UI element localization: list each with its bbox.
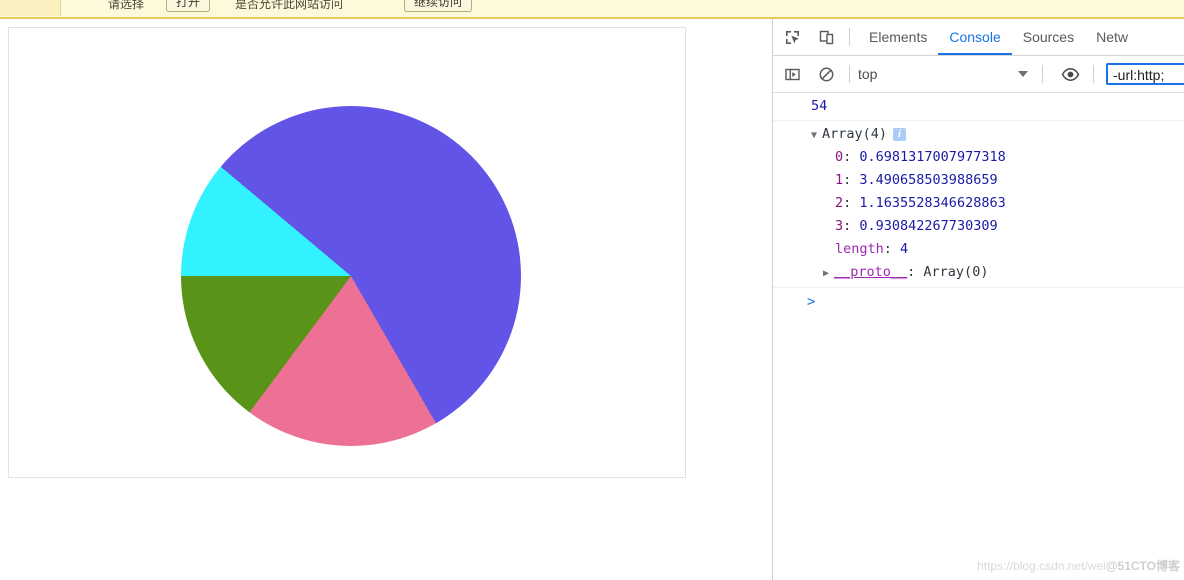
array-length-row: length: 4 bbox=[835, 241, 909, 257]
clear-console-icon[interactable] bbox=[811, 59, 841, 89]
toolbar-divider-2 bbox=[1042, 65, 1043, 83]
infobar-button-continue[interactable]: 继续访问 bbox=[404, 0, 473, 12]
console-message-array[interactable]: ▼ Array(4) i bbox=[773, 121, 1184, 146]
pie-chart bbox=[181, 106, 521, 446]
console-number-value: 54 bbox=[811, 98, 828, 114]
execution-context-select[interactable]: top bbox=[858, 66, 1034, 82]
tab-sources[interactable]: Sources bbox=[1012, 20, 1085, 55]
console-toolbar: top -url:http; bbox=[773, 56, 1184, 93]
array-header-label: Array(4) bbox=[822, 126, 888, 142]
devtools-tabbar: Elements Console Sources Netw bbox=[773, 19, 1184, 56]
array-proto-key: __proto__ bbox=[834, 264, 908, 280]
infobar-mid-text: 是否允许此网站访问 bbox=[235, 0, 344, 11]
array-entry-0[interactable]: 0: 0.6981317007977318 bbox=[773, 146, 1184, 169]
chevron-down-icon bbox=[1018, 71, 1028, 77]
array-entry-1[interactable]: 1: 3.490658503988659 bbox=[773, 169, 1184, 192]
array-entry-index: 3 bbox=[835, 218, 844, 234]
array-entry-index: 0 bbox=[835, 149, 844, 165]
console-prompt[interactable]: > bbox=[773, 288, 1184, 316]
array-entry-value: 3.490658503988659 bbox=[859, 172, 998, 188]
array-entry-3[interactable]: 3: 0.930842267730309 bbox=[773, 215, 1184, 238]
array-entry-value: 0.6981317007977318 bbox=[859, 149, 1006, 165]
array-entry-value: 1.1635528346628863 bbox=[859, 195, 1006, 211]
toolbar-divider-3 bbox=[1093, 65, 1094, 83]
array-info-icon[interactable]: i bbox=[893, 128, 907, 141]
execution-context-value: top bbox=[858, 66, 878, 82]
expand-triangle-down-icon[interactable]: ▼ bbox=[811, 125, 822, 146]
console-filter-input[interactable]: -url:http; bbox=[1106, 63, 1184, 85]
browser-infobar: 请选择 打开 是否允许此网站访问 继续访问 bbox=[0, 0, 1184, 19]
watermark-url: https://blog.csdn.net/wei bbox=[977, 559, 1106, 573]
watermark-brand: @51CTO博客 bbox=[1105, 559, 1180, 573]
devtools-panel: Elements Console Sources Netw top -url:h… bbox=[772, 19, 1184, 580]
array-proto-row[interactable]: ▶ __proto__: Array(0) bbox=[773, 261, 1184, 288]
live-expression-eye-icon[interactable] bbox=[1055, 59, 1085, 89]
tab-console[interactable]: Console bbox=[938, 20, 1011, 55]
infobar-left-text: 请选择 bbox=[108, 0, 145, 11]
array-proto-value: Array(0) bbox=[923, 264, 989, 280]
infobar-logo-cell bbox=[0, 0, 61, 16]
tab-network[interactable]: Netw bbox=[1085, 20, 1139, 55]
tab-elements[interactable]: Elements bbox=[858, 20, 938, 55]
device-toolbar-icon[interactable] bbox=[811, 22, 841, 52]
array-entry-value: 0.930842267730309 bbox=[859, 218, 998, 234]
expand-triangle-right-icon[interactable]: ▶ bbox=[823, 263, 834, 284]
infobar-button-open[interactable]: 打开 bbox=[166, 0, 211, 12]
tabbar-divider bbox=[849, 28, 850, 46]
array-length-value: 4 bbox=[900, 241, 909, 257]
page-viewport bbox=[0, 21, 772, 580]
console-sidebar-icon[interactable] bbox=[777, 59, 807, 89]
console-message-list: 54 ▼ Array(4) i 0: 0.6981317007977318 1: 3… bbox=[773, 93, 1184, 316]
watermark: https://blog.csdn.net/wei@51CTO博客 bbox=[977, 557, 1180, 574]
console-message-number[interactable]: 54 bbox=[773, 93, 1184, 121]
array-length-key: length bbox=[835, 241, 884, 257]
array-entry-index: 2 bbox=[835, 195, 844, 211]
array-entry-index: 1 bbox=[835, 172, 844, 188]
toolbar-divider-1 bbox=[849, 65, 850, 83]
array-entry-2[interactable]: 2: 1.1635528346628863 bbox=[773, 192, 1184, 215]
console-prompt-caret: > bbox=[807, 294, 816, 310]
inspect-element-icon[interactable] bbox=[777, 22, 807, 52]
pie-chart-canvas[interactable] bbox=[8, 27, 686, 478]
